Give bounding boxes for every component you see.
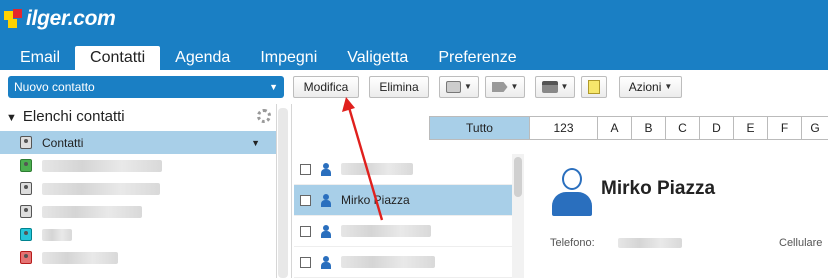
chevron-down-icon: ▼	[510, 82, 519, 91]
sidebar-item[interactable]	[0, 177, 276, 200]
actions-menu-button[interactable]: Azioni ▼	[619, 76, 682, 98]
logo[interactable]: ilger.com	[4, 6, 116, 32]
sidebar-item[interactable]	[0, 246, 276, 269]
chevron-down-icon: ▼	[464, 82, 472, 91]
contact-lists-title: Elenchi contatti	[22, 108, 125, 125]
address-book-icon	[20, 136, 32, 149]
address-book-icon	[20, 182, 32, 195]
contact-detail-pane: Mirko Piazza Telefono: Cellulare	[530, 154, 828, 278]
list-item[interactable]	[294, 247, 523, 278]
tab-contatti[interactable]: Contatti	[75, 46, 161, 70]
filter-123[interactable]: 123	[530, 117, 598, 139]
logo-text: ilger.com	[26, 7, 116, 30]
address-book-icon	[20, 251, 32, 264]
new-contact-button[interactable]: Nuovo contatto ▼	[8, 76, 284, 98]
tab-agenda[interactable]: Agenda	[160, 46, 245, 70]
redacted-label	[42, 182, 160, 195]
contact-lists-sidebar: ▼ Elenchi contatti Contatti ▼	[0, 104, 276, 278]
sidebar-item[interactable]	[0, 223, 276, 246]
contact-list-scrollbar[interactable]	[512, 154, 524, 278]
row-checkbox[interactable]	[300, 225, 311, 237]
sidebar-item[interactable]	[0, 154, 276, 177]
contact-lists: Contatti ▼	[0, 131, 276, 269]
collapse-triangle-icon[interactable]: ▼	[6, 112, 17, 124]
filter-g[interactable]: G	[802, 117, 828, 139]
chevron-down-icon: ▼	[664, 82, 673, 91]
chevron-down-icon[interactable]: ▼	[269, 76, 278, 98]
tag-button[interactable]: ▼	[485, 76, 525, 98]
tab-preferenze[interactable]: Preferenze	[423, 46, 531, 70]
redacted-label	[42, 159, 162, 172]
note-icon	[588, 80, 600, 94]
filter-e[interactable]: E	[734, 117, 768, 139]
address-book-icon	[20, 228, 32, 241]
contact-lists-header[interactable]: ▼ Elenchi contatti	[6, 108, 125, 125]
sidebar-item-label: Contatti	[42, 135, 84, 150]
filter-f[interactable]: F	[768, 117, 802, 139]
alphabet-filter: Tutto 123 A B C D E F G	[429, 116, 828, 140]
row-checkbox[interactable]	[300, 194, 311, 206]
address-book-icon	[20, 205, 32, 218]
printer-icon	[541, 81, 558, 93]
row-checkbox[interactable]	[300, 163, 311, 175]
redacted-label	[42, 228, 72, 241]
filter-b[interactable]: B	[632, 117, 666, 139]
tab-email[interactable]: Email	[5, 46, 75, 70]
person-icon	[321, 255, 331, 269]
filter-tutto[interactable]: Tutto	[430, 117, 530, 139]
tab-impegni[interactable]: Impegni	[245, 46, 332, 70]
toolbar: Nuovo contatto ▼ Modifica Elimina ▼ ▼ ▼ …	[0, 70, 828, 104]
annotation-arrow	[342, 97, 384, 221]
list-item[interactable]	[294, 154, 523, 185]
mobile-label: Cellulare	[779, 237, 823, 249]
scrollbar-thumb[interactable]	[514, 157, 522, 197]
address-book-icon	[20, 159, 32, 172]
list-item[interactable]	[294, 216, 523, 247]
tag-icon	[491, 82, 508, 92]
sidebar-scrollbar[interactable]	[278, 108, 288, 278]
redacted-name	[341, 256, 435, 268]
actions-label: Azioni	[628, 80, 662, 94]
top-header: ilger.com Email Contatti Agenda Impegni …	[0, 0, 828, 70]
sidebar-item-contatti[interactable]: Contatti ▼	[0, 131, 276, 154]
tab-valigetta[interactable]: Valigetta	[332, 46, 423, 70]
redacted-phone	[618, 238, 682, 248]
print-button[interactable]: ▼	[535, 76, 575, 98]
move-to-folder-button[interactable]: ▼	[439, 76, 479, 98]
avatar	[552, 168, 592, 216]
sidebar-item[interactable]	[0, 200, 276, 223]
redacted-label	[42, 205, 142, 218]
phone-label: Telefono:	[550, 237, 595, 249]
contact-detail-name: Mirko Piazza	[601, 178, 716, 199]
chevron-down-icon[interactable]: ▼	[251, 138, 260, 148]
row-checkbox[interactable]	[300, 256, 311, 268]
main-nav-tabs: Email Contatti Agenda Impegni Valigetta …	[5, 46, 532, 70]
chevron-down-icon: ▼	[560, 82, 569, 91]
new-contact-label: Nuovo contatto	[14, 80, 95, 94]
contact-list: Mirko Piazza	[294, 154, 524, 278]
filter-d[interactable]: D	[700, 117, 734, 139]
tray-icon	[446, 81, 462, 93]
filter-a[interactable]: A	[598, 117, 632, 139]
list-item[interactable]: Mirko Piazza	[294, 185, 523, 216]
redacted-label	[42, 251, 118, 264]
gear-icon[interactable]	[257, 109, 271, 123]
filter-c[interactable]: C	[666, 117, 700, 139]
logo-mark-icon	[4, 9, 24, 29]
note-button[interactable]	[581, 76, 607, 98]
